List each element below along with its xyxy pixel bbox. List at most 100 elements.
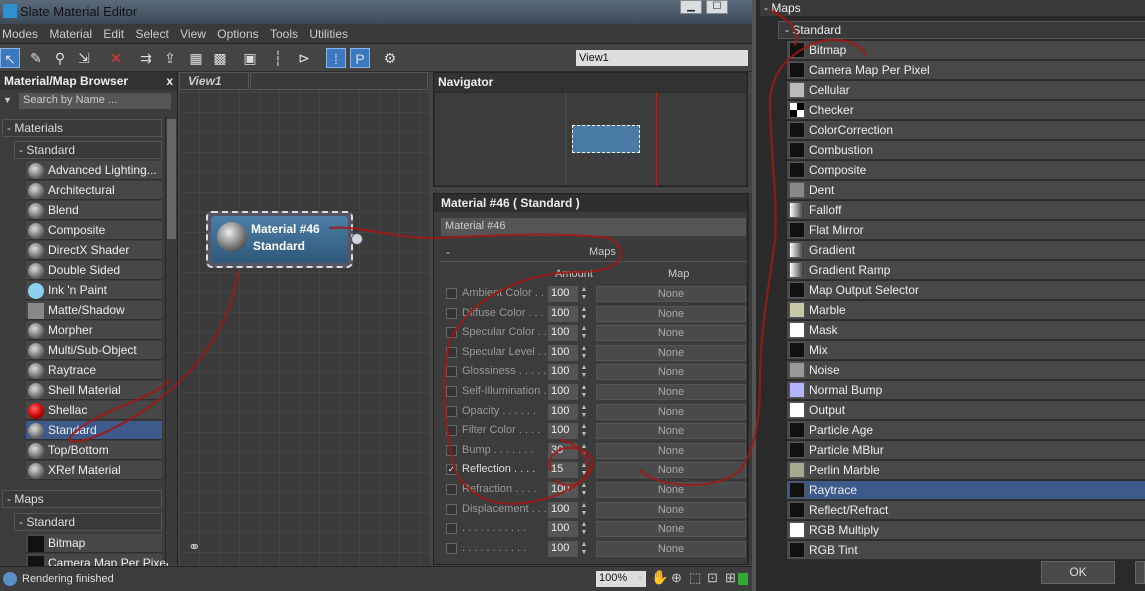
- map-enable-checkbox[interactable]: [446, 523, 457, 535]
- menu-options[interactable]: Options: [215, 24, 264, 41]
- amount-spinner-icon[interactable]: ▲ ▼: [579, 462, 589, 478]
- amount-input[interactable]: 100: [548, 305, 578, 322]
- layout-icon[interactable]: ┆: [268, 48, 288, 68]
- material-list-item[interactable]: XRef Material: [26, 461, 162, 480]
- amount-spinner-icon[interactable]: ▲ ▼: [579, 423, 589, 439]
- assign-material-icon[interactable]: ⚲: [50, 48, 70, 68]
- menu-material[interactable]: Material: [47, 24, 98, 41]
- rollout-collapse[interactable]: -: [446, 245, 450, 259]
- select-by-material-icon[interactable]: ⚙: [380, 48, 400, 68]
- amount-input[interactable]: 100: [548, 344, 578, 361]
- maps-panel-item[interactable]: Cellular: [787, 81, 1145, 100]
- maps-panel-item[interactable]: Raytrace: [787, 481, 1145, 500]
- map-enable-checkbox[interactable]: [446, 425, 457, 437]
- maps-panel-item[interactable]: Checker: [787, 101, 1145, 120]
- menu-modes[interactable]: Modes: [0, 24, 44, 41]
- maps-panel-item[interactable]: Noise: [787, 361, 1145, 380]
- material-list-item[interactable]: Raytrace: [26, 361, 162, 380]
- zoom-icon[interactable]: ⊕: [671, 570, 682, 586]
- maximize-button[interactable]: ☐: [706, 0, 728, 14]
- map-enable-checkbox[interactable]: [446, 346, 457, 358]
- map-enable-checkbox[interactable]: [446, 444, 457, 456]
- binoculars-icon[interactable]: ⚭: [188, 538, 201, 556]
- navigator-viewport-frame[interactable]: [572, 125, 640, 153]
- amount-input[interactable]: 100: [548, 384, 578, 400]
- map-enable-checkbox[interactable]: ✓: [446, 464, 457, 476]
- amount-spinner-icon[interactable]: ▲ ▼: [579, 443, 589, 459]
- move-children-icon[interactable]: ⇉: [136, 48, 156, 68]
- maps-panel-standard-header[interactable]: - Standard: [778, 21, 1145, 39]
- node-output-port[interactable]: [351, 233, 363, 245]
- put-to-scene-icon[interactable]: ⇲: [74, 48, 94, 68]
- maps-panel-item[interactable]: Reflect/Refract: [787, 501, 1145, 520]
- material-name-field[interactable]: Material #46: [441, 218, 746, 236]
- maps-panel-item[interactable]: Mix: [787, 341, 1145, 360]
- map-enable-checkbox[interactable]: [446, 386, 457, 397]
- map-slot-button[interactable]: None: [596, 442, 746, 459]
- maps-panel-item[interactable]: RGB Tint: [787, 541, 1145, 560]
- menu-tools[interactable]: Tools: [268, 24, 304, 41]
- amount-input[interactable]: 100: [548, 521, 578, 538]
- maps-panel-item[interactable]: Flat Mirror: [787, 221, 1145, 240]
- maps-panel-item[interactable]: Perlin Marble: [787, 461, 1145, 480]
- maps-panel-item[interactable]: Normal Bump: [787, 381, 1145, 400]
- maps-panel-item[interactable]: Dent: [787, 181, 1145, 200]
- material-map-browser-icon[interactable]: ⁞: [326, 48, 346, 68]
- zoom-extents-icon[interactable]: ⊡: [707, 570, 718, 586]
- map-enable-checkbox[interactable]: [446, 542, 457, 554]
- search-input[interactable]: Search by Name ...: [19, 93, 171, 109]
- amount-input[interactable]: 100: [548, 423, 578, 440]
- map-slot-button[interactable]: None: [596, 501, 746, 518]
- map-enable-checkbox[interactable]: [446, 307, 457, 319]
- amount-spinner-icon[interactable]: ▲ ▼: [579, 364, 589, 380]
- maps-panel-item[interactable]: Particle Age: [787, 421, 1145, 440]
- amount-spinner-icon[interactable]: ▲ ▼: [579, 325, 589, 341]
- layout-children-icon[interactable]: ⊳: [294, 48, 314, 68]
- browser-scrollbar[interactable]: [165, 117, 177, 563]
- menu-edit[interactable]: Edit: [101, 24, 130, 41]
- preview-icon[interactable]: ▣: [240, 48, 260, 68]
- select-tool-icon[interactable]: ↖: [0, 48, 20, 68]
- material-list-item[interactable]: Multi/Sub-Object: [26, 341, 162, 360]
- maps-panel-item[interactable]: ColorCorrection: [787, 121, 1145, 140]
- zoom-region-icon[interactable]: ⬚: [689, 570, 701, 586]
- amount-input[interactable]: 100: [548, 286, 578, 302]
- maps-rollout-header[interactable]: - Maps: [440, 244, 747, 262]
- material-list-item[interactable]: Architectural: [26, 181, 162, 200]
- map-slot-button[interactable]: None: [596, 364, 746, 381]
- map-slot-button[interactable]: None: [596, 423, 746, 440]
- map-slot-button[interactable]: None: [596, 286, 746, 302]
- material-list-item[interactable]: Blend: [26, 201, 162, 220]
- map-slot-button[interactable]: None: [596, 540, 746, 557]
- ok-button[interactable]: OK: [1041, 561, 1115, 584]
- amount-input[interactable]: 30: [548, 442, 578, 459]
- map-slot-button[interactable]: None: [596, 325, 746, 342]
- material-node[interactable]: Material #46 Standard: [206, 211, 353, 268]
- tab-empty[interactable]: [250, 72, 428, 90]
- amount-input[interactable]: 100: [548, 325, 578, 342]
- map-enable-checkbox[interactable]: [446, 484, 457, 495]
- maps-standard-group-header[interactable]: - Standard: [14, 513, 162, 531]
- minimize-button[interactable]: ▁: [680, 0, 702, 14]
- menu-select[interactable]: Select: [133, 24, 174, 41]
- options-dropdown-icon[interactable]: ▼: [3, 95, 12, 105]
- hide-unused-icon[interactable]: ⇪: [160, 48, 180, 68]
- maps-panel-item[interactable]: Marble: [787, 301, 1145, 320]
- map-slot-button[interactable]: None: [596, 384, 746, 400]
- material-list-item[interactable]: Standard: [26, 421, 162, 440]
- parameter-editor-icon[interactable]: P: [350, 48, 370, 68]
- standard-group-header[interactable]: - Standard: [14, 141, 162, 159]
- eyedropper-icon[interactable]: ✎: [26, 48, 46, 68]
- amount-spinner-icon[interactable]: ▲ ▼: [579, 541, 589, 557]
- amount-spinner-icon[interactable]: ▲ ▼: [579, 384, 589, 400]
- browser-scrollbar-thumb[interactable]: [167, 119, 176, 239]
- amount-spinner-icon[interactable]: ▲ ▼: [579, 502, 589, 518]
- material-list-item[interactable]: Morpher: [26, 321, 162, 340]
- close-icon[interactable]: x: [166, 74, 173, 88]
- background-icon[interactable]: ▩: [210, 48, 230, 68]
- material-list-item[interactable]: Composite: [26, 221, 162, 240]
- delete-icon[interactable]: ✕: [106, 48, 126, 68]
- menu-utilities[interactable]: Utilities: [307, 24, 354, 41]
- maps-group-header[interactable]: - Maps: [2, 490, 162, 508]
- amount-spinner-icon[interactable]: ▲ ▼: [579, 345, 589, 361]
